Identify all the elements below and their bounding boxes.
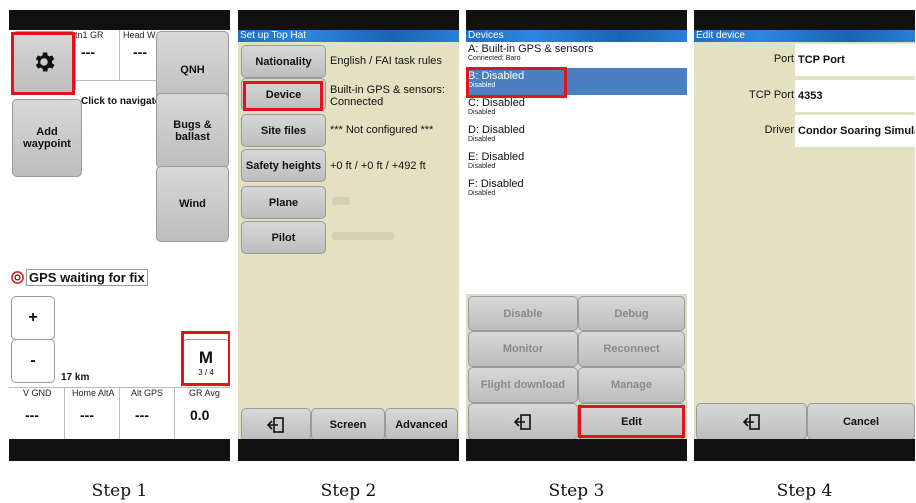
- status-bar: [238, 10, 459, 30]
- status-bar: [466, 10, 687, 30]
- infobox-value: ---: [25, 407, 39, 423]
- dialog-title: Edit device: [694, 30, 915, 42]
- driver-select[interactable]: Condor Soaring Simulat: [795, 115, 915, 147]
- gps-warning-icon: [11, 271, 24, 284]
- list-item[interactable]: A: Built-in GPS & sensors Connected; Bar…: [468, 44, 685, 63]
- infobox-value: ---: [80, 407, 94, 423]
- step-caption: Step 4: [776, 481, 833, 501]
- debug-button[interactable]: Debug: [578, 296, 685, 331]
- site-files-button[interactable]: Site files: [241, 114, 326, 147]
- blurred-value: [332, 232, 394, 240]
- gps-status-text: GPS waiting for fix: [26, 269, 148, 286]
- bugs-ballast-button[interactable]: Bugs & ballast: [156, 93, 229, 168]
- highlight-box: [243, 81, 323, 111]
- infobox-value: ---: [133, 44, 147, 60]
- blurred-value: [332, 197, 350, 205]
- infobox-value: ---: [81, 44, 95, 60]
- zoom-in-button[interactable]: +: [11, 296, 55, 340]
- highlight-box: [578, 405, 685, 438]
- infobox-value: ---: [135, 407, 149, 423]
- nav-bar: [694, 439, 915, 461]
- step2-setup-screen: Set up Top Hat Nationality English / FAI…: [238, 10, 459, 461]
- click-to-navigate-text[interactable]: Click to navigate: [81, 96, 160, 107]
- device-list: A: Built-in GPS & sensors Connected; Bar…: [466, 42, 687, 294]
- back-button[interactable]: [696, 403, 807, 440]
- driver-label: Driver: [764, 124, 794, 136]
- safety-heights-button[interactable]: Safety heights: [241, 149, 326, 182]
- monitor-button[interactable]: Monitor: [468, 331, 578, 367]
- infobox-label: Home AltA: [72, 388, 115, 398]
- status-bar: [694, 10, 915, 30]
- tcp-port-label: TCP Port: [748, 89, 794, 101]
- advanced-button[interactable]: Advanced: [385, 408, 458, 441]
- infobox-bar: V GND Home AltA Alt GPS GR Avg --- --- -…: [9, 387, 230, 440]
- back-button[interactable]: [468, 403, 578, 440]
- manage-button[interactable]: Manage: [578, 367, 685, 403]
- step4-edit-device-screen: Edit device Port TCP Port TCP Port 4353 …: [694, 10, 915, 461]
- zoom-out-button[interactable]: -: [11, 339, 55, 383]
- flight-download-button[interactable]: Flight download: [468, 367, 578, 403]
- wind-button[interactable]: Wind: [156, 166, 229, 242]
- pilot-button[interactable]: Pilot: [241, 221, 326, 254]
- safety-heights-value: +0 ft / +0 ft / +492 ft: [330, 160, 426, 172]
- site-files-value: *** Not configured ***: [330, 124, 434, 136]
- exit-icon: [742, 413, 760, 430]
- highlight-box: [466, 67, 567, 98]
- tcp-port-field[interactable]: 4353: [795, 80, 915, 112]
- add-waypoint-button[interactable]: Add waypoint: [12, 99, 82, 177]
- device-value: Built-in GPS & sensors: Connected: [330, 84, 445, 108]
- highlight-box: [11, 32, 75, 95]
- screen-button[interactable]: Screen: [311, 408, 385, 441]
- list-item[interactable]: F: Disabled Disabled: [468, 179, 685, 198]
- nationality-button[interactable]: Nationality: [241, 45, 326, 78]
- reconnect-button[interactable]: Reconnect: [578, 331, 685, 367]
- disable-button[interactable]: Disable: [468, 296, 578, 331]
- infobox-label: Head W: [123, 30, 156, 40]
- dialog-title: Set up Top Hat: [238, 30, 459, 42]
- dialog-title: Devices: [466, 30, 687, 42]
- nav-bar: [9, 439, 230, 461]
- highlight-box: [181, 331, 230, 386]
- nav-bar: [238, 439, 459, 461]
- step-caption: Step 2: [320, 481, 377, 501]
- step3-devices-screen: Devices A: Built-in GPS & sensors Connec…: [466, 10, 687, 461]
- status-bar: [9, 10, 230, 30]
- cancel-button[interactable]: Cancel: [807, 403, 915, 440]
- nav-bar: [466, 439, 687, 461]
- step1-map-screen: tn1 GR Head W --- --- QNH Click to navig…: [9, 10, 230, 461]
- map-scale: 17 km: [61, 372, 90, 383]
- infobox-label: Alt GPS: [131, 388, 164, 398]
- port-label: Port: [773, 53, 794, 65]
- gps-status: GPS waiting for fix: [11, 269, 148, 286]
- plane-button[interactable]: Plane: [241, 186, 326, 219]
- infobox-value: 0.0: [190, 407, 210, 423]
- infobox-label: V GND: [23, 388, 52, 398]
- back-button[interactable]: [241, 408, 311, 441]
- infobox-label: tn1 GR: [75, 30, 104, 40]
- exit-icon: [514, 413, 531, 430]
- step-caption: Step 3: [548, 481, 605, 501]
- list-item[interactable]: E: Disabled Disabled: [468, 152, 685, 171]
- list-item[interactable]: C: Disabled Disabled: [468, 98, 685, 117]
- exit-icon: [267, 416, 284, 433]
- step-caption: Step 1: [91, 481, 148, 501]
- list-item[interactable]: D: Disabled Disabled: [468, 125, 685, 144]
- infobox-label: GR Avg: [189, 388, 220, 398]
- port-select[interactable]: TCP Port: [795, 44, 915, 76]
- nationality-value: English / FAI task rules: [330, 55, 442, 67]
